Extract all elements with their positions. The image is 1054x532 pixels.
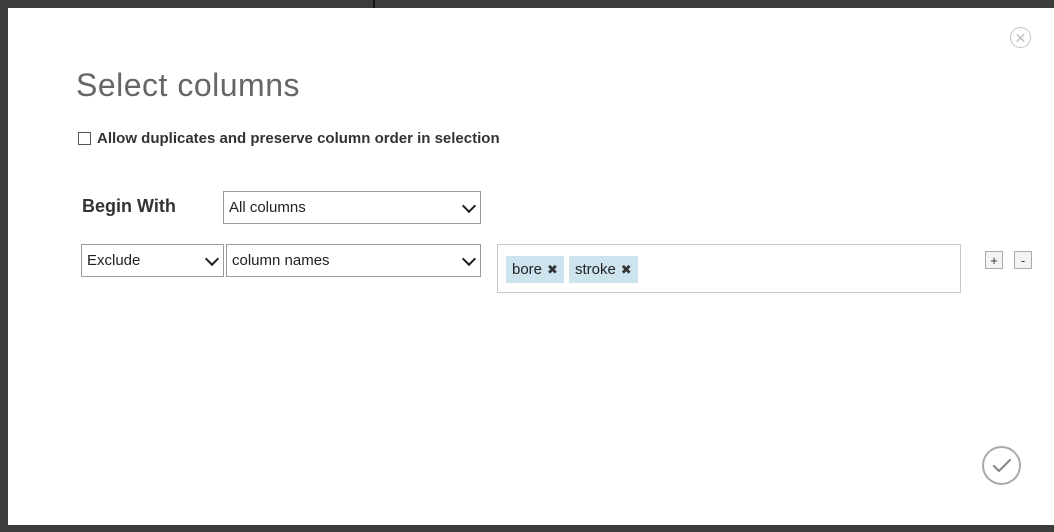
remove-tag-icon[interactable]: ✖ xyxy=(547,262,558,278)
rule-type-value: column names xyxy=(232,252,330,269)
rule-type-select[interactable]: column names xyxy=(226,244,481,277)
begin-with-value: All columns xyxy=(229,199,306,216)
confirm-button[interactable] xyxy=(982,446,1021,485)
column-tag[interactable]: bore ✖ xyxy=(506,256,564,283)
tag-label: stroke xyxy=(574,261,616,278)
close-icon[interactable]: ✕ xyxy=(1010,27,1031,48)
begin-with-label: Begin With xyxy=(82,196,176,216)
chevron-down-icon xyxy=(461,251,477,266)
add-rule-button[interactable]: + xyxy=(985,251,1003,269)
begin-with-select[interactable]: All columns xyxy=(223,191,481,224)
remove-rule-button[interactable]: - xyxy=(1014,251,1032,269)
dialog-title: Select columns xyxy=(76,67,300,103)
rule-mode-select[interactable]: Exclude xyxy=(81,244,224,277)
select-columns-dialog: ✕ Select columns Allow duplicates and pr… xyxy=(8,8,1054,525)
chevron-down-icon xyxy=(204,251,220,266)
allow-duplicates-label: Allow duplicates and preserve column ord… xyxy=(97,129,500,147)
chevron-down-icon xyxy=(461,198,477,213)
remove-tag-icon[interactable]: ✖ xyxy=(621,262,632,278)
allow-duplicates-checkbox[interactable] xyxy=(78,131,91,145)
column-tag[interactable]: stroke ✖ xyxy=(568,256,638,283)
tag-label: bore xyxy=(512,261,543,278)
allow-duplicates-option[interactable]: Allow duplicates and preserve column ord… xyxy=(78,129,500,147)
checkmark-icon xyxy=(992,458,1011,472)
rule-mode-value: Exclude xyxy=(87,252,141,269)
column-tags-input[interactable]: bore ✖ stroke ✖ xyxy=(497,244,961,293)
